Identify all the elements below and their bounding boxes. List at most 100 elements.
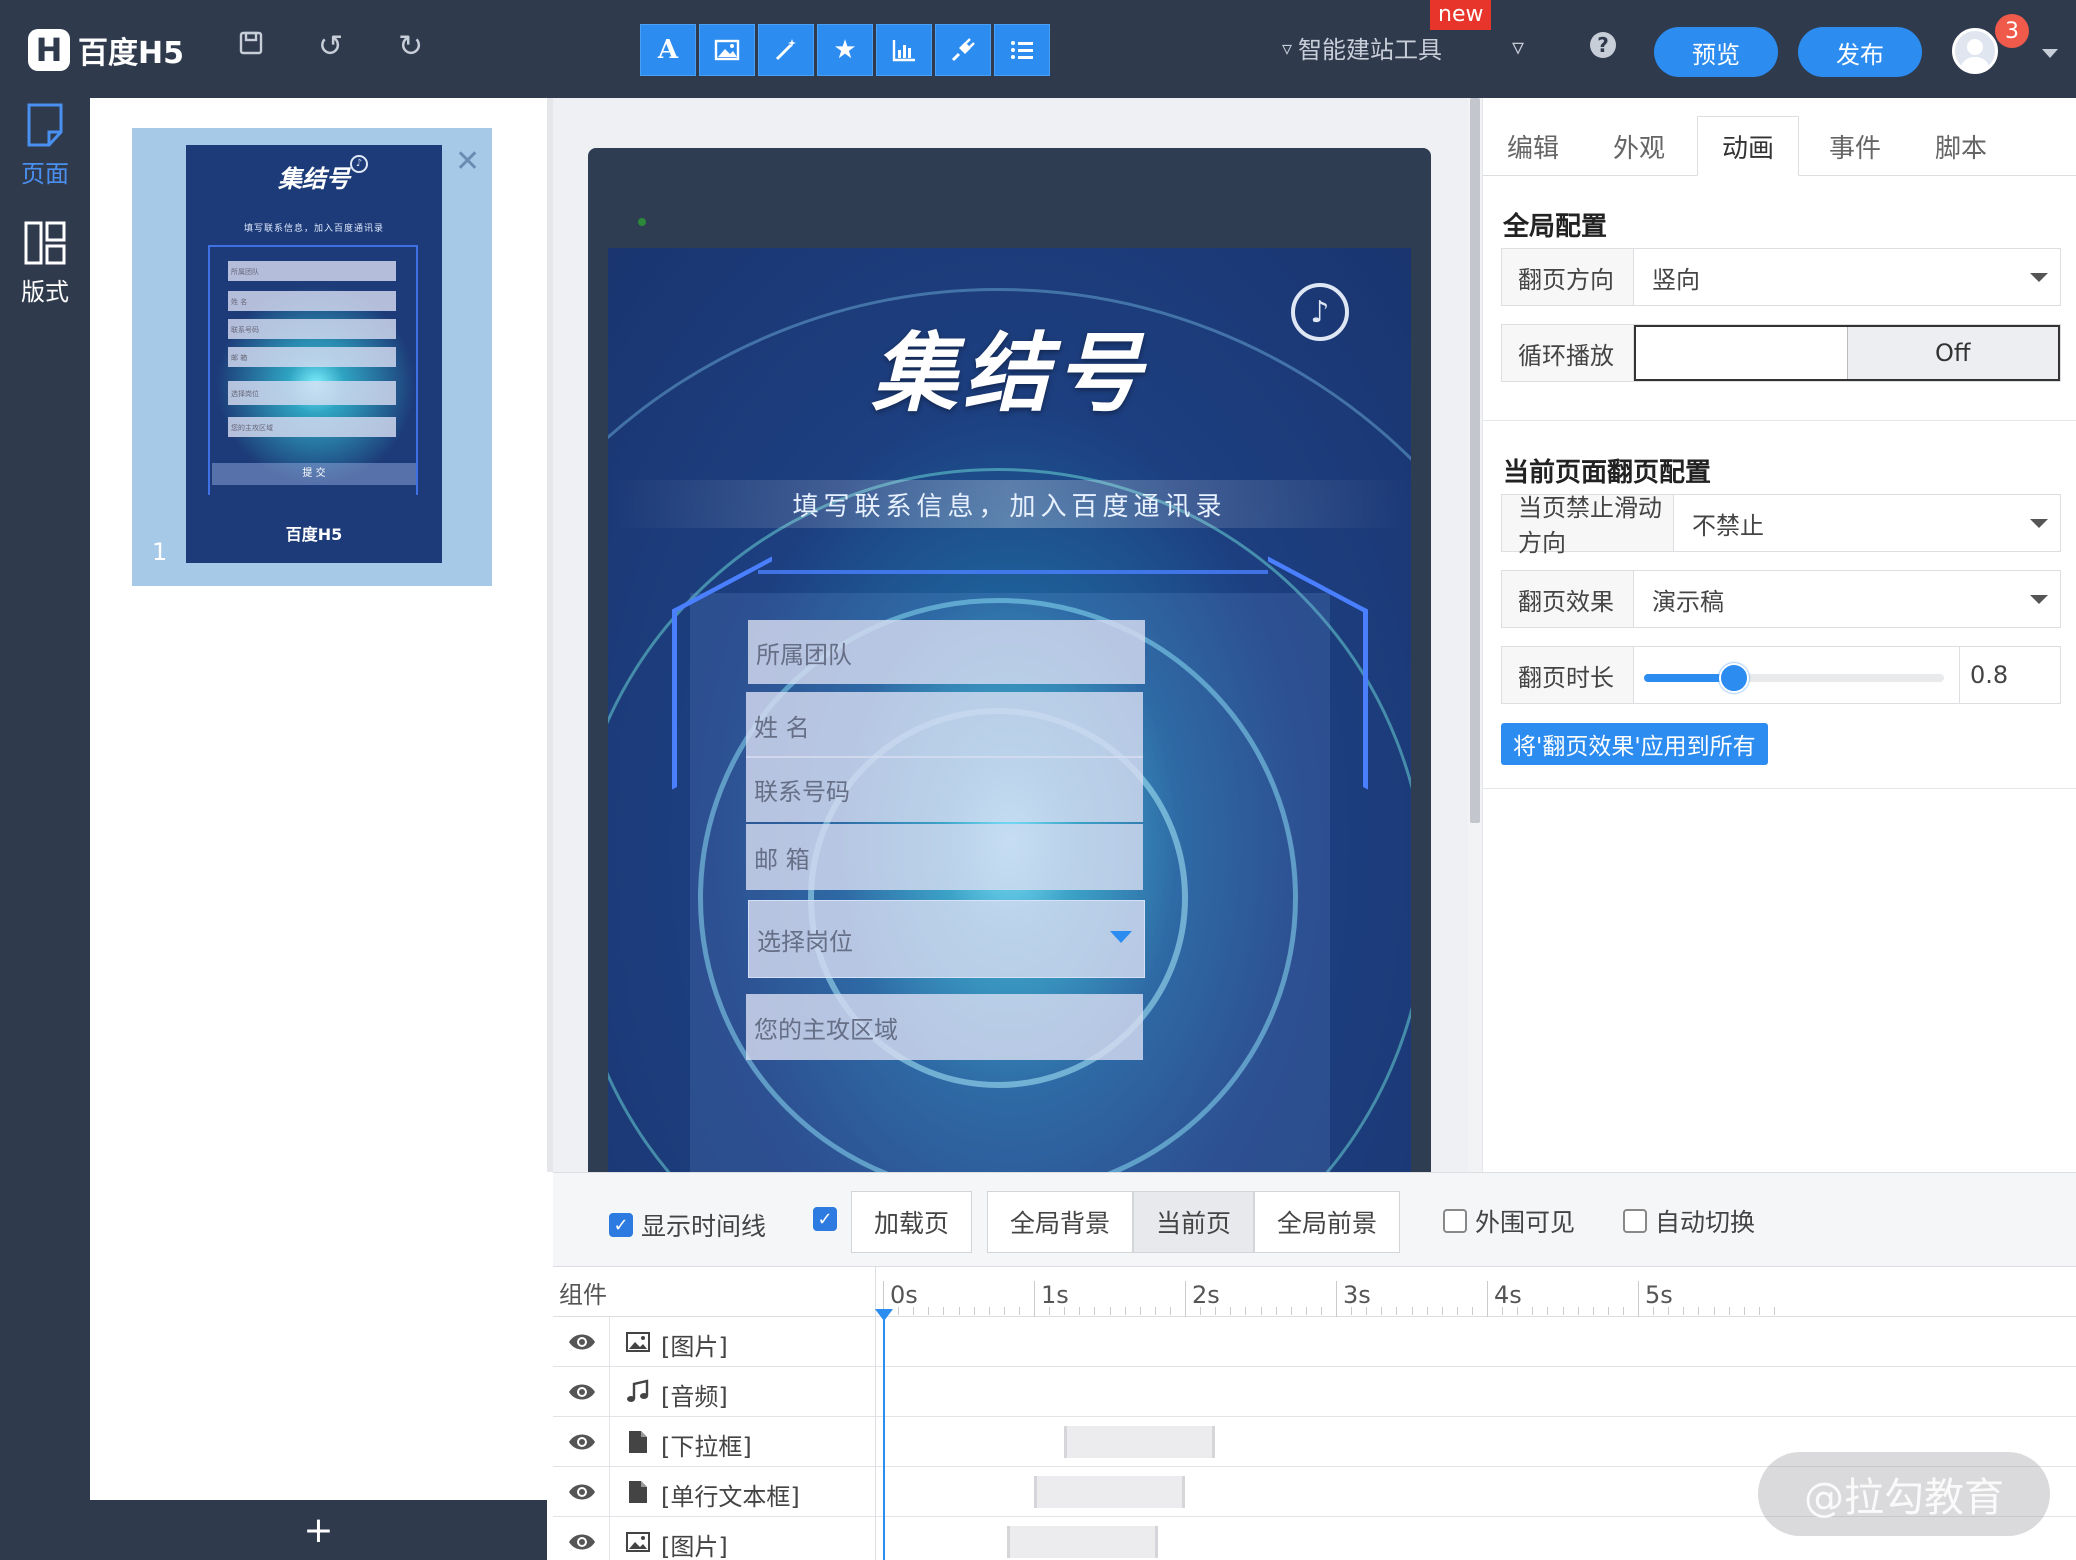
new-badge: new bbox=[1430, 0, 1492, 30]
time-minor-tick bbox=[1547, 1307, 1549, 1315]
eye-icon[interactable] bbox=[567, 1479, 597, 1505]
eye-icon[interactable] bbox=[567, 1529, 597, 1555]
apply-effect-to-all-button[interactable]: 将'翻页效果'应用到所有 bbox=[1501, 723, 1768, 765]
global-config-title: 全局配置 bbox=[1503, 212, 1608, 242]
effect-tool-button[interactable] bbox=[758, 24, 814, 76]
eye-icon[interactable] bbox=[567, 1379, 597, 1405]
auto-switch-checkbox[interactable]: 自动切换 bbox=[1623, 1203, 1755, 1239]
delete-page-close-icon[interactable]: ✕ bbox=[455, 144, 480, 179]
help-icon[interactable]: ? bbox=[1590, 32, 1616, 58]
segment-global-foreground[interactable]: 全局前景 bbox=[1254, 1191, 1401, 1253]
tab-edit[interactable]: 编辑 bbox=[1483, 116, 1583, 176]
disable-swipe-select[interactable]: 不禁止 bbox=[1674, 495, 2060, 551]
time-minor-tick bbox=[1502, 1307, 1504, 1315]
loop-on-option[interactable] bbox=[1636, 327, 1847, 379]
timeline-row[interactable]: [图片] bbox=[553, 1317, 2076, 1367]
playhead[interactable] bbox=[875, 1309, 893, 1560]
eye-icon[interactable] bbox=[567, 1429, 597, 1455]
timeline-row[interactable]: [音频] bbox=[553, 1367, 2076, 1417]
time-minor-tick bbox=[973, 1307, 975, 1315]
preview-button[interactable]: 预览 bbox=[1654, 27, 1778, 77]
publish-button[interactable]: 发布 bbox=[1798, 27, 1922, 77]
loop-play-row: 循环播放 Off bbox=[1501, 324, 2061, 382]
segment-current-page[interactable]: 当前页 bbox=[1133, 1191, 1255, 1253]
time-minor-tick bbox=[928, 1307, 930, 1315]
phone-frame: 集结号 ♪ 填写联系信息，加入百度通讯录 所属团队 姓 名 联系号码 邮 箱 选… bbox=[588, 148, 1431, 1172]
html5-icon: ▿ bbox=[1282, 35, 1293, 60]
add-page-button[interactable]: + bbox=[90, 1500, 547, 1560]
time-minor-tick bbox=[1230, 1307, 1232, 1315]
segment-loading-page[interactable]: 加载页 bbox=[851, 1191, 973, 1253]
avatar[interactable] bbox=[1952, 28, 1998, 74]
flip-direction-select[interactable]: 竖向 bbox=[1634, 249, 2060, 305]
app-logo[interactable]: H 百度H5 bbox=[28, 28, 184, 72]
position-select[interactable]: 选择岗位 bbox=[748, 900, 1145, 978]
html5-settings-icon[interactable]: ▿ bbox=[1512, 30, 1524, 64]
nav-item-pages[interactable]: 页面 bbox=[0, 102, 90, 189]
layer-segment-group: 加载页 bbox=[851, 1191, 973, 1253]
outside-visible-checkbox[interactable]: 外围可见 bbox=[1443, 1203, 1575, 1239]
row-divider bbox=[609, 1517, 610, 1560]
canvas-scrollbar-thumb[interactable] bbox=[1470, 98, 1480, 823]
time-minor-tick bbox=[1532, 1307, 1534, 1315]
flip-duration-input[interactable]: 0.8 bbox=[1960, 647, 2060, 703]
time-minor-tick bbox=[1290, 1307, 1292, 1315]
time-minor-tick bbox=[1592, 1307, 1594, 1315]
chart-icon bbox=[892, 40, 915, 62]
left-nav: 页面 版式 bbox=[0, 98, 90, 1560]
h5-subtitle[interactable]: 填写联系信息，加入百度通讯录 bbox=[608, 486, 1411, 523]
slider-track[interactable] bbox=[1644, 663, 1944, 693]
save-icon[interactable] bbox=[238, 30, 264, 64]
time-minor-tick bbox=[1245, 1307, 1247, 1315]
animation-bar[interactable] bbox=[1006, 1526, 1158, 1558]
name-field[interactable]: 姓 名 bbox=[746, 692, 1143, 758]
tab-script[interactable]: 脚本 bbox=[1911, 116, 2011, 176]
flip-duration-slider[interactable] bbox=[1634, 647, 1960, 703]
page-thumbnail[interactable]: 集结号 填写联系信息，加入百度通讯录 ♪ 所属团队 姓 名 联系号码 邮 箱 选… bbox=[186, 145, 442, 563]
email-field[interactable]: 邮 箱 bbox=[746, 824, 1143, 890]
property-tabs: 编辑 外观 动画 事件 脚本 bbox=[1483, 116, 2076, 176]
team-field[interactable]: 所属团队 bbox=[748, 620, 1145, 684]
thumb-title: 集结号 bbox=[278, 164, 350, 193]
nav-item-layouts[interactable]: 版式 bbox=[0, 220, 90, 307]
segment-global-background[interactable]: 全局背景 bbox=[987, 1191, 1134, 1253]
nav-item-label: 页面 bbox=[21, 160, 69, 188]
plugin-tool-button[interactable] bbox=[935, 24, 991, 76]
time-minor-tick bbox=[1471, 1307, 1473, 1315]
image-icon bbox=[625, 1529, 651, 1555]
secondary-checkbox[interactable]: ✓ bbox=[813, 1207, 845, 1231]
list-tool-button[interactable] bbox=[994, 24, 1050, 76]
redo-icon[interactable]: ↻ bbox=[398, 30, 423, 64]
ai-site-builder-link[interactable]: ▿ 智能建站工具 bbox=[1282, 30, 1442, 65]
chevron-down-icon bbox=[1110, 931, 1132, 943]
text-tool-button[interactable]: A bbox=[640, 24, 696, 76]
image-tool-button[interactable] bbox=[699, 24, 755, 76]
tab-events[interactable]: 事件 bbox=[1805, 116, 1905, 176]
slider-handle[interactable] bbox=[1719, 663, 1749, 693]
focus-area-field[interactable]: 您的主攻区域 bbox=[746, 994, 1143, 1060]
chart-tool-button[interactable] bbox=[876, 24, 932, 76]
animation-bar[interactable] bbox=[1064, 1426, 1216, 1458]
music-toggle-icon[interactable]: ♪ bbox=[1291, 283, 1349, 341]
phone-field[interactable]: 联系号码 bbox=[746, 756, 1143, 822]
loop-off-option[interactable]: Off bbox=[1846, 327, 2058, 379]
thumb-music-icon: ♪ bbox=[350, 155, 368, 173]
flip-effect-select[interactable]: 演示稿 bbox=[1634, 571, 2060, 627]
nav-item-label: 版式 bbox=[21, 278, 69, 306]
loop-play-toggle[interactable]: Off bbox=[1634, 325, 2060, 381]
top-bar: H 百度H5 ↺ ↻ A ★ ▿ 智能建站工具 new ▿ ? 预览 发布 3 bbox=[0, 0, 2076, 98]
h5-title[interactable]: 集结号 bbox=[608, 303, 1411, 428]
flip-direction-row: 翻页方向 竖向 bbox=[1501, 248, 2061, 306]
page-thumbnail-card[interactable]: 集结号 填写联系信息，加入百度通讯录 ♪ 所属团队 姓 名 联系号码 邮 箱 选… bbox=[132, 128, 492, 586]
eye-icon[interactable] bbox=[567, 1329, 597, 1355]
component-label: [单行文本框] bbox=[661, 1483, 800, 1511]
show-timeline-checkbox[interactable]: ✓ 显示时间线 bbox=[609, 1207, 766, 1243]
tab-animation[interactable]: 动画 bbox=[1697, 116, 1799, 176]
animation-bar[interactable] bbox=[1034, 1476, 1185, 1508]
star-tool-button[interactable]: ★ bbox=[817, 24, 873, 76]
tab-appearance[interactable]: 外观 bbox=[1589, 116, 1689, 176]
undo-icon[interactable]: ↺ bbox=[318, 30, 343, 64]
h5-stage[interactable]: 集结号 ♪ 填写联系信息，加入百度通讯录 所属团队 姓 名 联系号码 邮 箱 选… bbox=[608, 248, 1411, 1172]
user-menu-chevron-down-icon[interactable] bbox=[2042, 49, 2058, 58]
row-divider bbox=[609, 1317, 610, 1367]
